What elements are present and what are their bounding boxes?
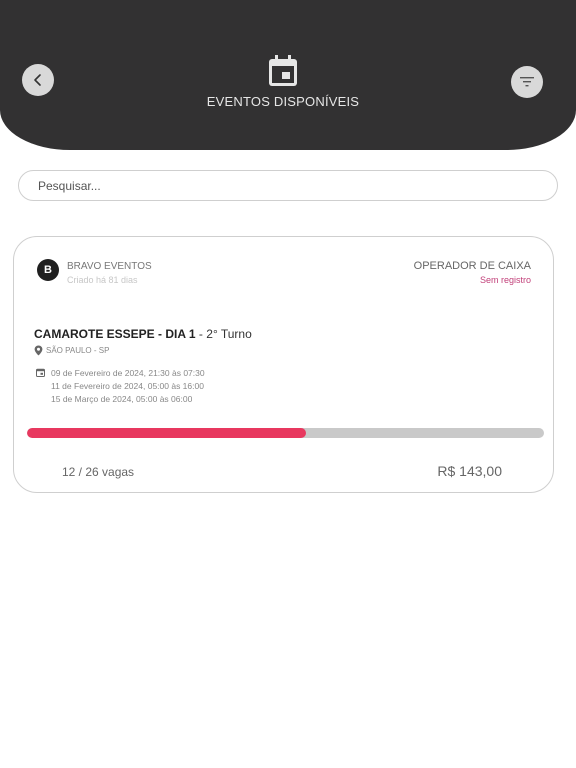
- event-title: CAMAROTE ESSEPE - DIA 1: [34, 327, 196, 341]
- role-label: OPERADOR DE CAIXA: [413, 260, 531, 272]
- filter-button[interactable]: [511, 66, 543, 98]
- date-text: 11 de Fevereiro de 2024, 05:00 às 16:00: [51, 380, 204, 391]
- event-card[interactable]: B BRAVO EVENTOS Criado há 81 dias OPERAD…: [13, 236, 554, 493]
- location-text: SÃO PAULO - SP: [46, 346, 110, 355]
- search-input[interactable]: [18, 170, 558, 201]
- organizer-avatar: B: [37, 259, 59, 281]
- organizer-name: BRAVO EVENTOS: [67, 261, 152, 272]
- filter-icon: [520, 77, 534, 87]
- page-title: EVENTOS DISPONÍVEIS: [206, 94, 360, 109]
- calendar-icon: [269, 55, 297, 86]
- vacancy-progress-bar: [27, 428, 544, 438]
- progress-fill: [27, 428, 307, 438]
- role-status: Sem registro: [479, 275, 531, 285]
- event-separator: -: [198, 327, 203, 341]
- event-dates: 09 de Fevereiro de 2024, 21:30 às 07:30 …: [36, 366, 205, 405]
- event-location: SÃO PAULO - SP: [34, 345, 109, 356]
- calendar-small-icon: [36, 367, 48, 379]
- app-header: EVENTOS DISPONÍVEIS: [0, 0, 576, 150]
- back-button[interactable]: [22, 64, 54, 96]
- date-row: 09 de Fevereiro de 2024, 21:30 às 07:30: [36, 366, 205, 379]
- vacancy-count: 12 / 26 vagas: [62, 465, 135, 479]
- event-title-line: CAMAROTE ESSEPE - DIA 1 - 2° Turno: [34, 327, 252, 341]
- date-row: 11 de Fevereiro de 2024, 05:00 às 16:00: [36, 379, 205, 392]
- map-pin-icon: [34, 345, 43, 356]
- organizer-created: Criado há 81 dias: [67, 275, 138, 285]
- date-text: 15 de Março de 2024, 05:00 às 06:00: [51, 393, 193, 404]
- date-row: 15 de Março de 2024, 05:00 às 06:00: [36, 392, 205, 405]
- date-text: 09 de Fevereiro de 2024, 21:30 às 07:30: [51, 367, 205, 378]
- chevron-left-icon: [34, 74, 41, 86]
- event-shift: 2° Turno: [206, 327, 252, 341]
- event-price: R$ 143,00: [437, 463, 502, 479]
